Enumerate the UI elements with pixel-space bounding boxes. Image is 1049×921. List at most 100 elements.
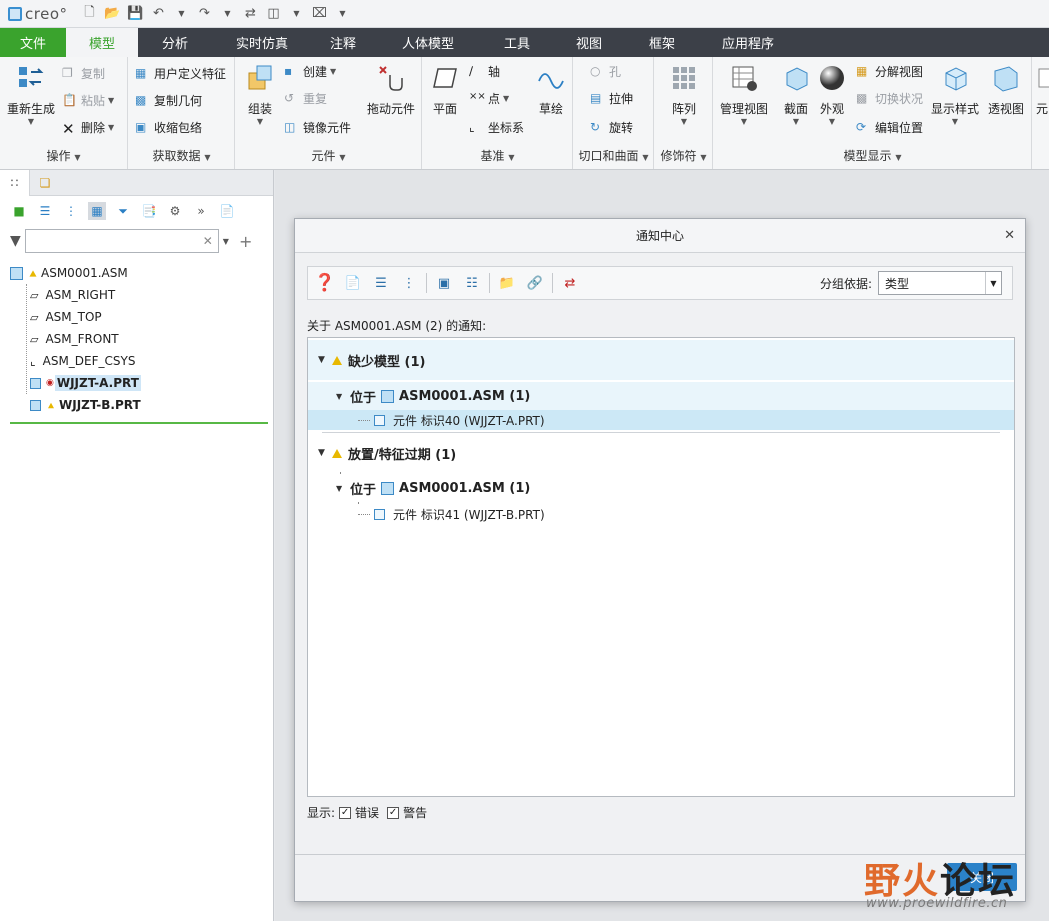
copy-button[interactable]: ❐ 复制 xyxy=(62,65,105,82)
new-file-icon[interactable]: 🗋 xyxy=(80,4,99,23)
tree-expand-icon[interactable]: ⋮ xyxy=(62,202,80,220)
tree-node-asm-front[interactable]: ▱ ASM_FRONT xyxy=(10,328,270,350)
more-ribbon-button[interactable]: 元 xyxy=(1035,63,1049,117)
tree-node-asm-def-csys[interactable]: ⌞ ASM_DEF_CSYS xyxy=(10,350,270,372)
regenerate-button[interactable]: 重新生成 ▼ xyxy=(6,63,56,126)
display-style-button[interactable]: 显示样式 ▼ xyxy=(928,63,982,126)
group-by-select[interactable]: 类型 ▼ xyxy=(878,271,1002,295)
edit-position-button[interactable]: ⟳ 编辑位置 xyxy=(856,119,923,136)
more-tools-icon[interactable]: » xyxy=(192,202,210,220)
assemble-button[interactable]: 组装 ▼ xyxy=(240,63,280,126)
tab-manikin[interactable]: 人体模型 xyxy=(374,28,482,57)
group-component-label[interactable]: 元件 ▼ xyxy=(236,147,421,164)
document-icon[interactable]: 📄 xyxy=(218,202,236,220)
tab-applications[interactable]: 应用程序 xyxy=(698,28,798,57)
group-datum-label[interactable]: 基准 ▼ xyxy=(423,147,572,164)
tab-annotate[interactable]: 注释 xyxy=(312,28,374,57)
appearance-button[interactable]: 外观 ▼ xyxy=(814,63,850,126)
tree-node-wjjzt-b[interactable]: WJJZT-B.PRT xyxy=(10,394,270,416)
close-window-icon[interactable]: ⌧ xyxy=(310,4,329,23)
tree-settings-icon[interactable]: 📑 xyxy=(140,202,158,220)
tab-view[interactable]: 视图 xyxy=(552,28,626,57)
perspective-button[interactable]: 透视图 xyxy=(986,63,1026,117)
model-display-icon[interactable]: ■ xyxy=(10,202,28,220)
group-cut-surface-label[interactable]: 切口和曲面 ▼ xyxy=(574,147,653,164)
customize-toolbar-icon[interactable]: ▼ xyxy=(333,4,352,23)
dependency-icon[interactable]: 🔗 xyxy=(524,272,546,294)
group-missing-model[interactable]: ▼ 缺少模型 (1) xyxy=(308,340,1014,380)
revolve-button[interactable]: ↻ 旋转 xyxy=(590,119,633,136)
pattern-button[interactable]: 阵列 ▼ xyxy=(663,63,705,126)
tab-analysis[interactable]: 分析 xyxy=(138,28,212,57)
group-placement-outdated[interactable]: ▼ 放置/特征过期 (1) xyxy=(308,438,1014,468)
group-modifiers-label[interactable]: 修饰符 ▼ xyxy=(655,147,712,164)
tree-node-asm-top[interactable]: ▱ ASM_TOP xyxy=(10,306,270,328)
point-button[interactable]: ×× 点 ▼ xyxy=(469,90,509,107)
delete-button[interactable]: ✕ 删除 ▼ xyxy=(62,119,114,138)
tab-model-tree[interactable]: ∷ xyxy=(0,169,30,196)
filter-dropdown-icon[interactable]: ▼ xyxy=(223,237,229,246)
tab-framework[interactable]: 框架 xyxy=(626,28,698,57)
paste-button[interactable]: 📋 粘贴 ▼ xyxy=(62,92,114,109)
location-row[interactable]: ▼ 位于 ASM0001.ASM (1) xyxy=(308,382,1014,410)
windows-icon[interactable]: ◫ xyxy=(264,4,283,23)
undo-dropdown-icon[interactable]: ▼ xyxy=(172,4,191,23)
location-row[interactable]: ▼ 位于 ASM0001.ASM (1) xyxy=(308,474,1014,502)
save-icon[interactable]: 💾 xyxy=(126,4,145,23)
drag-component-button[interactable]: 拖动元件 xyxy=(364,63,418,117)
tab-simulation[interactable]: 实时仿真 xyxy=(212,28,312,57)
tree-columns-icon[interactable]: ▦ xyxy=(88,202,106,220)
plane-button[interactable]: 平面 xyxy=(427,63,463,117)
exploded-view-button[interactable]: ▦ 分解视图 xyxy=(856,63,923,80)
gear-icon[interactable]: ⚙ xyxy=(166,202,184,220)
regenerate-icon[interactable]: ⇄ xyxy=(559,272,581,294)
manage-views-button[interactable]: 管理视图 ▼ xyxy=(718,63,770,126)
csys-button[interactable]: ⌞ 坐标系 xyxy=(469,119,524,136)
collapse-all-icon[interactable]: ⋮ xyxy=(398,272,420,294)
regenerate-icon[interactable]: ⇄ xyxy=(241,4,260,23)
extrude-button[interactable]: ▤ 拉伸 xyxy=(590,90,633,107)
udf-button[interactable]: ▦ 用户定义特征 xyxy=(135,65,226,82)
tab-file[interactable]: 文件 xyxy=(0,28,66,57)
group-operations-label[interactable]: 操作 ▼ xyxy=(0,147,127,164)
tree-node-wjjzt-a[interactable]: ◉ WJJZT-A.PRT xyxy=(10,372,270,394)
tree-link-icon[interactable]: ☷ xyxy=(461,272,483,294)
windows-dropdown-icon[interactable]: ▼ xyxy=(287,4,306,23)
expand-all-icon[interactable]: ☰ xyxy=(370,272,392,294)
errors-checkbox[interactable]: ✓ xyxy=(339,806,352,819)
close-icon[interactable]: ✕ xyxy=(1004,228,1015,243)
sketch-button[interactable]: 草绘 xyxy=(533,63,569,117)
add-icon[interactable]: + xyxy=(239,232,252,251)
tree-node-asm-right[interactable]: ▱ ASM_RIGHT xyxy=(10,284,270,306)
info-component-icon[interactable]: ▣ xyxy=(433,272,455,294)
tree-list-icon[interactable]: ☰ xyxy=(36,202,54,220)
section-button[interactable]: 截面 ▼ xyxy=(776,63,816,126)
copy-geometry-button[interactable]: ▩ 复制几何 xyxy=(135,92,202,109)
insert-here-marker[interactable] xyxy=(10,422,268,424)
repeat-button[interactable]: ↺ 重复 xyxy=(284,90,327,107)
group-get-data-label[interactable]: 获取数据 ▼ xyxy=(129,147,234,164)
folder-tree-icon[interactable]: 📁 xyxy=(496,272,518,294)
tree-filter-icon[interactable]: ⏷ xyxy=(114,202,132,220)
axis-button[interactable]: ∕ 轴 xyxy=(469,63,500,80)
redo-icon[interactable]: ↷ xyxy=(195,4,214,23)
tree-node-root[interactable]: ASM0001.ASM xyxy=(10,262,270,284)
create-button[interactable]: ▪ 创建 ▼ xyxy=(284,63,336,80)
tree-search-input[interactable]: ✕ xyxy=(24,229,219,253)
tab-tools[interactable]: 工具 xyxy=(482,28,552,57)
open-folder-icon[interactable]: 📂 xyxy=(103,4,122,23)
shrinkwrap-button[interactable]: ▣ 收缩包络 xyxy=(135,119,202,136)
tab-layers[interactable]: ❏ xyxy=(30,170,60,196)
undo-icon[interactable]: ↶ xyxy=(149,4,168,23)
help-icon[interactable]: ❓ xyxy=(314,272,336,294)
toggle-status-button[interactable]: ▩ 切换状况 xyxy=(856,90,923,107)
clear-icon[interactable]: ✕ xyxy=(203,234,213,248)
mirror-component-button[interactable]: ◫ 镜像元件 xyxy=(284,119,351,136)
warnings-checkbox[interactable]: ✓ xyxy=(387,806,400,819)
group-model-display-label[interactable]: 模型显示 ▼ xyxy=(714,147,1031,164)
tab-model[interactable]: 模型 xyxy=(66,28,138,57)
redo-dropdown-icon[interactable]: ▼ xyxy=(218,4,237,23)
notification-item[interactable]: 元件 标识40 (WJJZT-A.PRT) xyxy=(308,410,1014,430)
notification-item[interactable]: 元件 标识41 (WJJZT-B.PRT) xyxy=(308,504,1014,524)
report-icon[interactable]: 📄 xyxy=(342,272,364,294)
